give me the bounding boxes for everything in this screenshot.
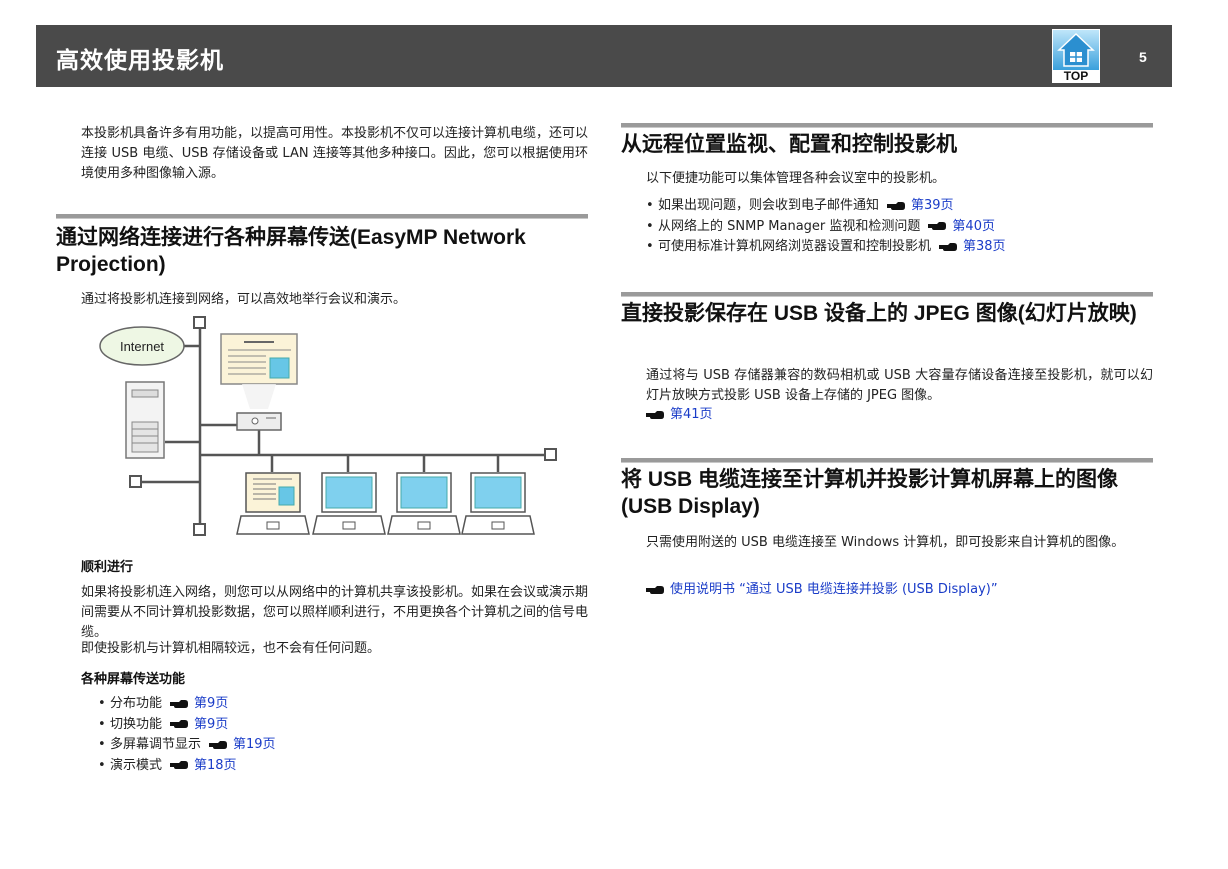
section-rule — [621, 123, 1153, 128]
list-item: 分布功能第9页 — [98, 694, 276, 715]
remote-description: 以下便捷功能可以集体管理各种会议室中的投影机。 — [646, 171, 946, 186]
internet-cloud: Internet — [99, 326, 185, 366]
page-header: 高效使用投影机 TOP 5 — [36, 25, 1172, 87]
pointing-hand-icon — [170, 761, 189, 769]
smooth-paragraph-1: 如果将投影机连入网络，则您可以从网络中的计算机共享该投影机。如果在会议或演示期间… — [81, 585, 589, 640]
pointing-hand-icon — [170, 699, 189, 708]
page-title: 高效使用投影机 — [56, 48, 224, 74]
list-item: 多屏幕调节显示第19页 — [98, 735, 276, 756]
page-link[interactable]: 第19页 — [233, 737, 276, 752]
laptop-icon-2 — [387, 472, 461, 535]
usb-display-reference: 使用说明书 “通过 USB 电缆连接并投影 (USB Display)” — [646, 580, 998, 600]
page-link[interactable]: 第18页 — [194, 758, 237, 773]
intro-paragraph: 本投影机具备许多有用功能，以提高可用性。本投影机不仅可以连接计算机电缆，还可以连… — [81, 126, 589, 181]
pointing-hand-icon — [209, 740, 228, 749]
pointing-hand-icon — [939, 242, 958, 251]
pointing-hand-icon — [170, 720, 189, 728]
features-list: 分布功能第9页 切换功能第9页 多屏幕调节显示第19页 演示模式第18页 — [98, 694, 276, 776]
pointing-hand-icon — [928, 222, 947, 230]
smooth-subtitle: 顺利进行 — [81, 560, 134, 575]
network-node-top — [193, 316, 206, 329]
jpeg-description: 通过将与 USB 存储器兼容的数码相机或 USB 大容量存储设备连接至投影机，就… — [646, 368, 1153, 403]
network-node-left — [129, 475, 142, 488]
page-link[interactable]: 第41页 — [670, 407, 713, 422]
network-node-bottom — [193, 523, 206, 536]
list-item: 从网络上的 SNMP Manager 监视和检测问题第40页 — [646, 217, 1006, 238]
usb-display-description: 只需使用附送的 USB 电缆连接至 Windows 计算机，即可投影来自计算机的… — [646, 535, 1125, 550]
list-item: 可使用标准计算机网络浏览器设置和控制投影机第38页 — [646, 237, 1006, 258]
network-node-right — [544, 448, 557, 461]
manual-link[interactable]: 使用说明书 “通过 USB 电缆连接并投影 (USB Display)” — [670, 582, 998, 597]
projector-icon — [236, 412, 282, 431]
top-button[interactable]: TOP — [1052, 29, 1100, 83]
remote-features-list: 如果出现问题，则会收到电子邮件通知第39页 从网络上的 SNMP Manager… — [646, 196, 1006, 258]
page-link[interactable]: 第38页 — [963, 239, 1006, 254]
top-label: TOP — [1063, 69, 1089, 83]
section-rule — [621, 458, 1153, 463]
section-rule — [621, 292, 1153, 297]
server-icon — [125, 381, 165, 459]
list-item: 切换功能第9页 — [98, 715, 276, 736]
pointing-hand-icon — [887, 201, 906, 210]
list-item: 如果出现问题，则会收到电子邮件通知第39页 — [646, 196, 1006, 217]
jpeg-reference: 第41页 — [646, 405, 713, 425]
laptop-with-document-icon — [236, 472, 310, 535]
smooth-paragraph-2: 即使投影机与计算机相隔较远，也不会有任何问题。 — [81, 641, 381, 656]
home-icon — [1053, 30, 1099, 70]
section-title-jpeg: 直接投影保存在 USB 设备上的 JPEG 图像(幻灯片放映) — [621, 302, 1137, 325]
laptop-icon-1 — [312, 472, 386, 535]
page-link[interactable]: 第9页 — [194, 717, 228, 732]
laptop-icon-3 — [461, 472, 535, 535]
network-description: 通过将投影机连接到网络，可以高效地举行会议和演示。 — [81, 292, 407, 307]
section-title-network: 通过网络连接进行各种屏幕传送(EasyMP Network Projection… — [56, 226, 526, 276]
section-title-usb-display: 将 USB 电缆连接至计算机并投影计算机屏幕上的图像(USB Display) — [621, 468, 1119, 518]
pointing-hand-icon — [646, 585, 664, 594]
list-item: 演示模式第18页 — [98, 756, 276, 777]
internet-label: Internet — [120, 339, 164, 354]
page-link[interactable]: 第39页 — [911, 198, 954, 213]
section-title-remote: 从远程位置监视、配置和控制投影机 — [621, 133, 957, 156]
page-link[interactable]: 第9页 — [194, 696, 228, 711]
section-rule — [56, 214, 588, 219]
page-number: 5 — [1139, 49, 1147, 65]
pointing-hand-icon — [646, 410, 664, 419]
projected-screen-icon — [220, 333, 298, 409]
page-link[interactable]: 第40页 — [952, 219, 995, 234]
features-subtitle: 各种屏幕传送功能 — [81, 672, 186, 687]
network-diagram: Internet — [99, 316, 557, 536]
